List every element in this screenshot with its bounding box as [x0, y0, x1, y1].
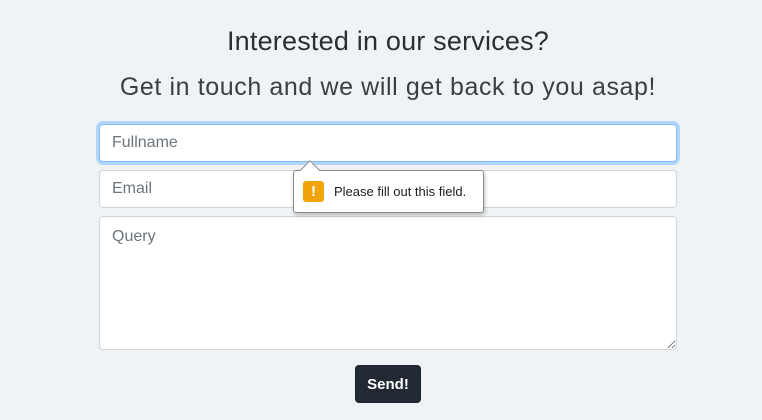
- validation-tooltip: ! Please fill out this field.: [293, 160, 484, 213]
- tooltip-message: Please fill out this field.: [334, 184, 467, 199]
- page-title: Interested in our services?: [226, 26, 550, 56]
- fullname-input[interactable]: [99, 124, 677, 162]
- tooltip-arrow: [300, 160, 320, 180]
- page-subtitle: Get in touch and we will get back to you…: [119, 73, 657, 101]
- contact-page: Interested in our services? Get in touch…: [0, 0, 762, 420]
- warning-icon: !: [303, 181, 324, 202]
- send-button[interactable]: Send!: [355, 365, 421, 403]
- query-textarea[interactable]: [99, 216, 677, 350]
